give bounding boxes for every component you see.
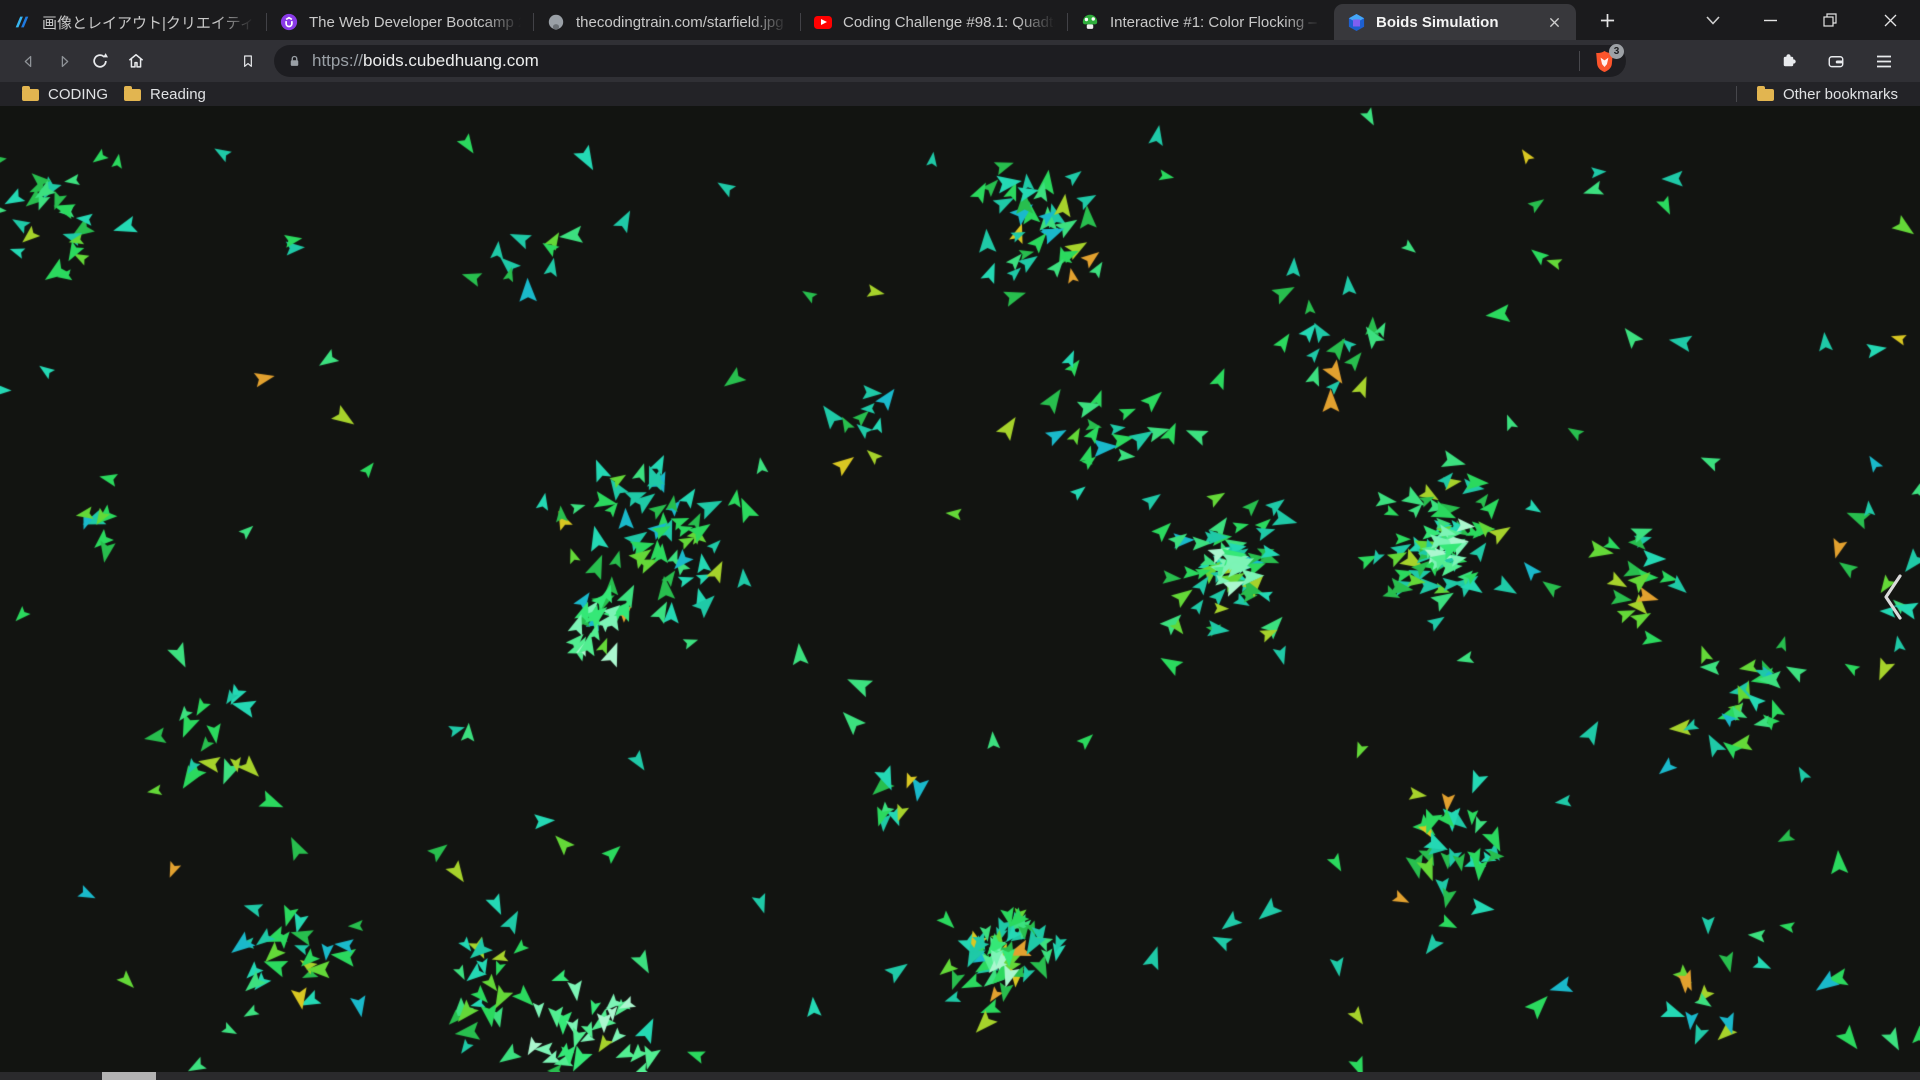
address-bar[interactable]: https://boids.cubedhuang.com 3 (274, 44, 1626, 77)
maximize-button[interactable] (1800, 0, 1860, 40)
lock-icon[interactable] (287, 53, 302, 69)
home-button[interactable] (118, 43, 154, 79)
folder-icon (22, 86, 39, 101)
bookmark-label: Reading (150, 85, 206, 103)
divider (1735, 86, 1737, 102)
bookmark-ribbon-icon (244, 55, 252, 67)
folder-icon (124, 86, 141, 101)
plus-icon (1600, 13, 1614, 27)
tab-title: Boids Simulation (1376, 13, 1499, 31)
folder-icon (1756, 86, 1774, 101)
page-content (0, 106, 1920, 1080)
chevron-down-icon (1706, 15, 1720, 25)
divider (1579, 51, 1580, 71)
settings-panel-toggle[interactable] (1878, 568, 1908, 626)
tab-title: Interactive #1: Color Flocking – Ja (1110, 13, 1322, 31)
reading-list-button[interactable] (230, 43, 266, 79)
other-bookmarks-label: Other bookmarks (1782, 85, 1898, 103)
wallet-button[interactable] (1818, 43, 1854, 79)
tab-search-button[interactable] (1686, 0, 1740, 40)
tab-strip: 画像とレイアウト|クリエイティブコーデ The Web Developer Bo… (0, 0, 1920, 40)
github-icon (546, 12, 566, 32)
bookmarks-bar: CODING Reading Other bookmarks (0, 82, 1920, 106)
toolbar-right-icons (1770, 43, 1910, 79)
shield-badge: 3 (1609, 44, 1624, 59)
mushroom-1up-icon (1080, 12, 1100, 32)
hamburger-icon (1877, 55, 1891, 67)
tab-close-icon[interactable] (1544, 12, 1564, 32)
youtube-icon (813, 12, 833, 32)
reload-button[interactable] (82, 43, 118, 79)
tab-title: 画像とレイアウト|クリエイティブコーデ (42, 14, 254, 32)
browser-window: 画像とレイアウト|クリエイティブコーデ The Web Developer Bo… (0, 0, 1920, 1080)
chevron-left-icon (1884, 574, 1902, 620)
minimize-icon (1763, 19, 1777, 21)
restore-icon (1823, 13, 1837, 27)
home-icon (128, 54, 144, 68)
close-icon (1884, 14, 1896, 26)
horizontal-scrollbar[interactable] (0, 1072, 1920, 1080)
bookmark-folder-coding[interactable]: CODING (14, 85, 116, 104)
window-controls (1686, 0, 1920, 40)
bookmark-label: CODING (48, 85, 108, 103)
url-protocol: https:// (312, 51, 364, 70)
minimize-button[interactable] (1740, 0, 1800, 40)
brave-shield-button[interactable]: 3 (1590, 44, 1624, 74)
tab-title: Coding Challenge #98.1: Quadtree (843, 13, 1055, 31)
tab-coding-challenge[interactable]: Coding Challenge #98.1: Quadtree (801, 4, 1067, 40)
tab-title: The Web Developer Bootcamp 20 (309, 13, 521, 31)
tab-title: thecodingtrain.com/starfield.jpg (576, 13, 784, 31)
new-tab-button[interactable] (1590, 3, 1624, 37)
navigation-toolbar: https://boids.cubedhuang.com 3 (0, 40, 1920, 82)
udemy-icon (279, 12, 299, 32)
puzzle-icon (1783, 53, 1796, 66)
back-button[interactable] (10, 43, 46, 79)
menu-button[interactable] (1866, 43, 1902, 79)
tab-creative-coding[interactable]: 画像とレイアウト|クリエイティブコーデ (0, 4, 266, 40)
url-host: boids.cubedhuang.com (363, 51, 539, 70)
reload-icon (93, 53, 108, 68)
wallet-icon (1828, 55, 1844, 67)
other-bookmarks[interactable]: Other bookmarks (1735, 85, 1906, 104)
extensions-button[interactable] (1770, 43, 1806, 79)
tab-color-flocking[interactable]: Interactive #1: Color Flocking – Ja (1068, 4, 1334, 40)
tab-web-dev-bootcamp[interactable]: The Web Developer Bootcamp 20 (267, 4, 533, 40)
slashes-logo-icon (12, 12, 32, 32)
blue-cube-icon (1346, 12, 1366, 32)
bookmark-folder-reading[interactable]: Reading (116, 85, 214, 104)
boids-canvas[interactable] (0, 106, 1920, 1080)
tab-starfield-github[interactable]: thecodingtrain.com/starfield.jpg (534, 4, 800, 40)
back-icon (24, 55, 31, 67)
forward-icon (61, 55, 68, 67)
close-window-button[interactable] (1860, 0, 1920, 40)
tab-boids-simulation[interactable]: Boids Simulation (1334, 4, 1576, 40)
scrollbar-thumb[interactable] (102, 1072, 156, 1080)
forward-button[interactable] (46, 43, 82, 79)
